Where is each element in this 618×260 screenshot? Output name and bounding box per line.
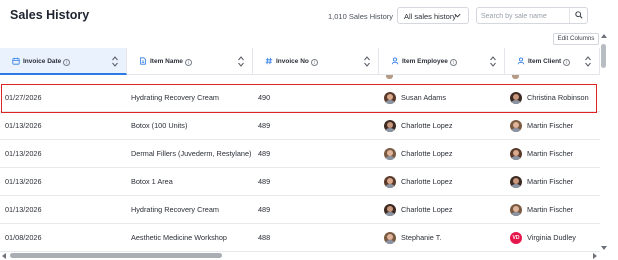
invoice-number-cell: 489 <box>258 121 271 130</box>
info-icon[interactable]: i <box>310 59 318 66</box>
item-name-cell: Hydrating Recovery Cream <box>131 93 219 102</box>
search-button[interactable] <box>569 8 587 23</box>
table-row[interactable]: 01/08/2026 Aesthetic Medicine Workshop 488… <box>0 224 600 252</box>
client-name: Martin Fischer <box>527 177 574 186</box>
employee-name: Charlotte Lopez <box>401 177 453 186</box>
avatar <box>512 75 519 79</box>
horizontal-scroll-thumb[interactable] <box>10 253 222 258</box>
search-input[interactable] <box>481 10 567 22</box>
column-header-invoice-date[interactable]: Invoice Date i <box>0 48 127 75</box>
employee-name: Charlotte Lopez <box>401 205 453 214</box>
sales-history-filter-select[interactable]: All sales history <box>397 7 469 24</box>
invoice-number-cell: 489 <box>258 177 271 186</box>
avatar <box>386 75 393 79</box>
info-icon[interactable]: i <box>63 59 71 66</box>
avatar <box>510 148 522 160</box>
avatar <box>510 92 522 104</box>
client-name: Martin Fischer <box>527 149 574 158</box>
table-row[interactable]: 01/27/2026 Hydrating Recovery Cream 490 Sus… <box>0 84 600 112</box>
info-icon[interactable]: i <box>184 59 192 66</box>
scroll-right-arrow-icon[interactable] <box>593 253 597 259</box>
previous-row-avatars <box>0 75 600 79</box>
client-name: Christina Robinson <box>527 93 589 102</box>
invoice-date-cell: 01/08/2026 <box>5 233 42 242</box>
column-header-invoice-no[interactable]: Invoice No i <box>253 48 379 75</box>
calendar-icon <box>12 57 20 65</box>
client-name: Martin Fischer <box>527 205 574 214</box>
sort-icon[interactable] <box>585 56 591 67</box>
filter-selected-value: All sales history <box>404 12 457 21</box>
column-header-label: Invoice Date <box>23 58 62 65</box>
invoice-date-cell: 01/13/2026 <box>5 149 42 158</box>
sort-icon[interactable] <box>112 56 118 67</box>
sales-history-table: Invoice Date i Item Name i Invoice No i Item E… <box>0 48 600 254</box>
invoice-number-cell: 490 <box>258 93 271 102</box>
sort-icon[interactable] <box>238 56 244 67</box>
employee-name: Charlotte Lopez <box>401 121 453 130</box>
avatar <box>510 176 522 188</box>
invoice-date-cell: 01/27/2026 <box>5 93 42 102</box>
item-name-cell: Aesthetic Medicine Workshop <box>131 233 227 242</box>
column-header-item-employee[interactable]: Item Employee i <box>379 48 505 75</box>
column-header-label: Item Name <box>150 58 183 65</box>
invoice-date-cell: 01/13/2026 <box>5 177 42 186</box>
client-name: Martin Fischer <box>527 121 574 130</box>
invoice-number-cell: 488 <box>258 233 271 242</box>
invoice-number-cell: 489 <box>258 149 271 158</box>
column-header-item-client[interactable]: Item Client i <box>505 48 600 75</box>
avatar: VD <box>510 232 522 244</box>
employee-name: Stephanie T. <box>401 233 442 242</box>
vertical-scrollbar[interactable] <box>600 34 607 256</box>
invoice-date-cell: 01/13/2026 <box>5 205 42 214</box>
employee-name: Susan Adams <box>401 93 447 102</box>
item-name-cell: Hydrating Recovery Cream <box>131 205 219 214</box>
avatar <box>384 204 396 216</box>
invoice-date-cell: 01/13/2026 <box>5 121 42 130</box>
invoice-number-cell: 489 <box>258 205 271 214</box>
avatar <box>384 176 396 188</box>
item-name-cell: Dermal Fillers (Juvederm, Restylane) <box>131 149 252 158</box>
record-count: 1,010 Sales History <box>328 12 394 21</box>
horizontal-scrollbar[interactable] <box>0 252 600 259</box>
avatar <box>384 232 396 244</box>
item-name-cell: Botox 1 Area <box>131 177 173 186</box>
table-row[interactable]: 01/13/2026 Hydrating Recovery Cream 489 Cha… <box>0 196 600 224</box>
toolbar: Sales History 1,010 Sales History All sa… <box>0 0 618 34</box>
column-header-label: Invoice No <box>276 58 309 65</box>
person-icon <box>391 57 399 65</box>
sort-icon[interactable] <box>490 56 496 67</box>
page-title: Sales History <box>10 8 90 22</box>
avatar <box>384 120 396 132</box>
avatar <box>384 92 396 104</box>
employee-name: Charlotte Lopez <box>401 149 453 158</box>
table-header: Invoice Date i Item Name i Invoice No i Item E… <box>0 48 600 75</box>
search-box <box>476 7 588 24</box>
sort-icon[interactable] <box>364 56 370 67</box>
document-icon <box>140 57 146 65</box>
item-name-cell: Botox (100 Units) <box>131 121 188 130</box>
scroll-up-arrow-icon[interactable] <box>601 34 607 38</box>
client-name: Virginia Dudley <box>527 233 576 242</box>
avatar <box>510 120 522 132</box>
search-icon <box>575 11 583 19</box>
hash-icon <box>265 57 273 65</box>
column-header-label: Item Employee <box>402 58 448 65</box>
avatar <box>510 204 522 216</box>
edit-columns-button[interactable]: Edit Columns <box>553 33 599 45</box>
avatar <box>384 148 396 160</box>
info-icon[interactable]: i <box>563 59 571 66</box>
info-icon[interactable]: i <box>449 59 457 66</box>
person-icon <box>517 57 525 65</box>
scroll-left-arrow-icon[interactable] <box>2 253 6 259</box>
table-row[interactable]: 01/13/2026 Botox (100 Units) 489 Charlotte … <box>0 112 600 140</box>
vertical-scroll-thumb[interactable] <box>601 44 606 68</box>
column-header-label: Item Client <box>528 58 562 65</box>
column-header-item-name[interactable]: Item Name i <box>127 48 253 75</box>
scroll-down-arrow-icon[interactable] <box>601 246 607 250</box>
table-row[interactable]: 01/13/2026 Dermal Fillers (Juvederm, Rest… <box>0 140 600 168</box>
chevron-down-icon <box>454 13 461 18</box>
table-row[interactable]: 01/13/2026 Botox 1 Area 489 Charlotte Lopez… <box>0 168 600 196</box>
